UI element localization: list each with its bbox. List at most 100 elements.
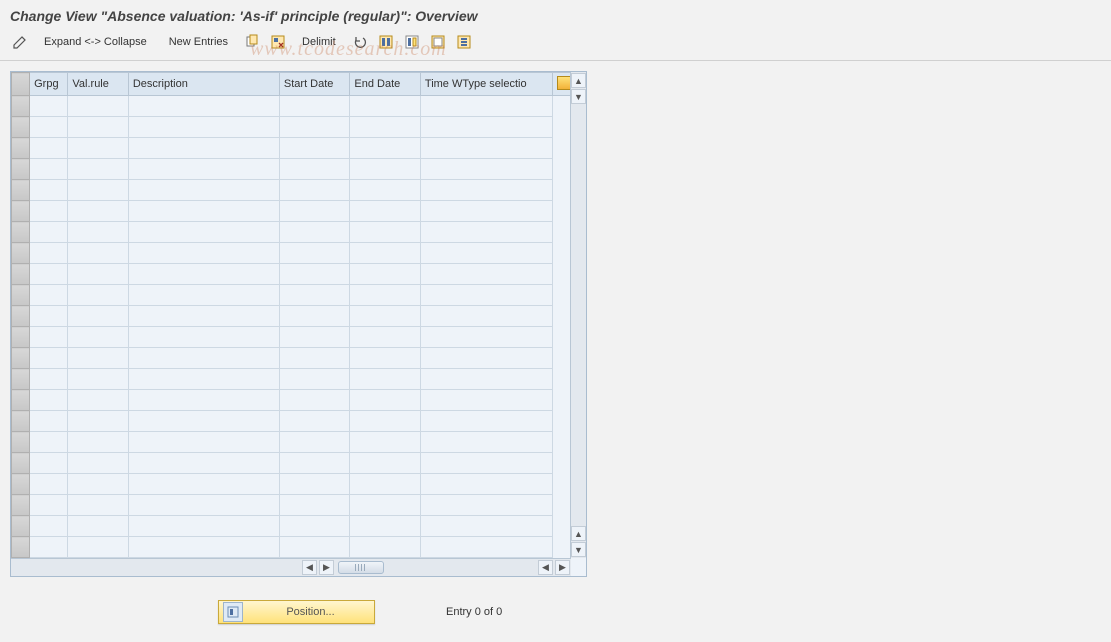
table-cell[interactable]	[30, 516, 68, 537]
table-cell[interactable]	[30, 285, 68, 306]
row-selector[interactable]	[12, 390, 30, 411]
table-cell[interactable]	[350, 222, 421, 243]
table-cell[interactable]	[420, 306, 552, 327]
table-cell[interactable]	[279, 306, 350, 327]
row-selector[interactable]	[12, 453, 30, 474]
table-cell[interactable]	[128, 516, 279, 537]
table-cell[interactable]	[128, 201, 279, 222]
select-block-icon[interactable]	[402, 32, 422, 52]
table-cell[interactable]	[68, 96, 128, 117]
table-cell[interactable]	[68, 390, 128, 411]
vertical-scrollbar[interactable]: ▲ ▼ ▲ ▼	[570, 72, 586, 558]
scrollbar-thumb[interactable]	[338, 561, 384, 574]
table-cell[interactable]	[68, 369, 128, 390]
table-cell[interactable]	[30, 348, 68, 369]
row-selector[interactable]	[12, 495, 30, 516]
row-selector[interactable]	[12, 117, 30, 138]
col-end-date[interactable]: End Date	[350, 73, 421, 96]
row-selector[interactable]	[12, 264, 30, 285]
horizontal-scrollbar[interactable]: ◀ ▶ ◀ ▶	[11, 558, 571, 576]
table-cell[interactable]	[350, 474, 421, 495]
table-cell[interactable]	[128, 390, 279, 411]
table-cell[interactable]	[350, 138, 421, 159]
table-cell[interactable]	[68, 495, 128, 516]
table-cell[interactable]	[279, 348, 350, 369]
table-cell[interactable]	[128, 222, 279, 243]
row-selector[interactable]	[12, 516, 30, 537]
table-cell[interactable]	[420, 537, 552, 558]
table-cell[interactable]	[420, 432, 552, 453]
table-cell[interactable]	[350, 327, 421, 348]
table-cell[interactable]	[30, 474, 68, 495]
table-cell[interactable]	[279, 390, 350, 411]
table-cell[interactable]	[128, 285, 279, 306]
table-cell[interactable]	[279, 264, 350, 285]
col-valrule[interactable]: Val.rule	[68, 73, 128, 96]
scroll-down-icon[interactable]: ▼	[571, 542, 586, 557]
table-cell[interactable]	[279, 516, 350, 537]
table-cell[interactable]	[68, 159, 128, 180]
deselect-all-icon[interactable]	[428, 32, 448, 52]
table-cell[interactable]	[350, 243, 421, 264]
row-selector[interactable]	[12, 432, 30, 453]
table-cell[interactable]	[30, 369, 68, 390]
table-cell[interactable]	[128, 327, 279, 348]
row-selector[interactable]	[12, 537, 30, 558]
table-cell[interactable]	[279, 537, 350, 558]
table-cell[interactable]	[68, 243, 128, 264]
row-selector[interactable]	[12, 285, 30, 306]
scroll-right-end-icon[interactable]: ▶	[555, 560, 570, 575]
table-cell[interactable]	[350, 453, 421, 474]
table-cell[interactable]	[128, 243, 279, 264]
table-cell[interactable]	[350, 306, 421, 327]
table-cell[interactable]	[30, 537, 68, 558]
row-selector[interactable]	[12, 180, 30, 201]
table-cell[interactable]	[68, 201, 128, 222]
table-cell[interactable]	[279, 327, 350, 348]
row-selector[interactable]	[12, 138, 30, 159]
table-cell[interactable]	[68, 180, 128, 201]
table-cell[interactable]	[128, 96, 279, 117]
table-cell[interactable]	[30, 180, 68, 201]
table-cell[interactable]	[128, 348, 279, 369]
table-cell[interactable]	[128, 159, 279, 180]
table-cell[interactable]	[30, 411, 68, 432]
table-cell[interactable]	[68, 348, 128, 369]
table-cell[interactable]	[279, 201, 350, 222]
table-cell[interactable]	[350, 348, 421, 369]
table-cell[interactable]	[68, 264, 128, 285]
table-cell[interactable]	[30, 159, 68, 180]
table-cell[interactable]	[30, 327, 68, 348]
expand-collapse-button[interactable]: Expand <-> Collapse	[36, 32, 155, 52]
table-cell[interactable]	[279, 138, 350, 159]
table-cell[interactable]	[30, 453, 68, 474]
row-selector[interactable]	[12, 306, 30, 327]
table-cell[interactable]	[128, 117, 279, 138]
table-cell[interactable]	[68, 537, 128, 558]
table-cell[interactable]	[420, 264, 552, 285]
table-cell[interactable]	[279, 411, 350, 432]
row-selector-header[interactable]	[12, 73, 30, 96]
table-cell[interactable]	[350, 117, 421, 138]
table-cell[interactable]	[350, 390, 421, 411]
table-cell[interactable]	[128, 306, 279, 327]
table-cell[interactable]	[420, 348, 552, 369]
table-cell[interactable]	[420, 516, 552, 537]
table-cell[interactable]	[128, 432, 279, 453]
table-cell[interactable]	[279, 180, 350, 201]
table-cell[interactable]	[279, 432, 350, 453]
table-cell[interactable]	[30, 306, 68, 327]
scroll-up-icon[interactable]: ▼	[571, 89, 586, 104]
row-selector[interactable]	[12, 411, 30, 432]
table-cell[interactable]	[420, 495, 552, 516]
table-cell[interactable]	[420, 201, 552, 222]
table-cell[interactable]	[30, 495, 68, 516]
delete-icon[interactable]	[268, 32, 288, 52]
select-all-icon[interactable]	[376, 32, 396, 52]
table-cell[interactable]	[279, 96, 350, 117]
table-cell[interactable]	[350, 201, 421, 222]
table-cell[interactable]	[350, 432, 421, 453]
table-cell[interactable]	[30, 138, 68, 159]
table-cell[interactable]	[279, 474, 350, 495]
table-cell[interactable]	[30, 432, 68, 453]
